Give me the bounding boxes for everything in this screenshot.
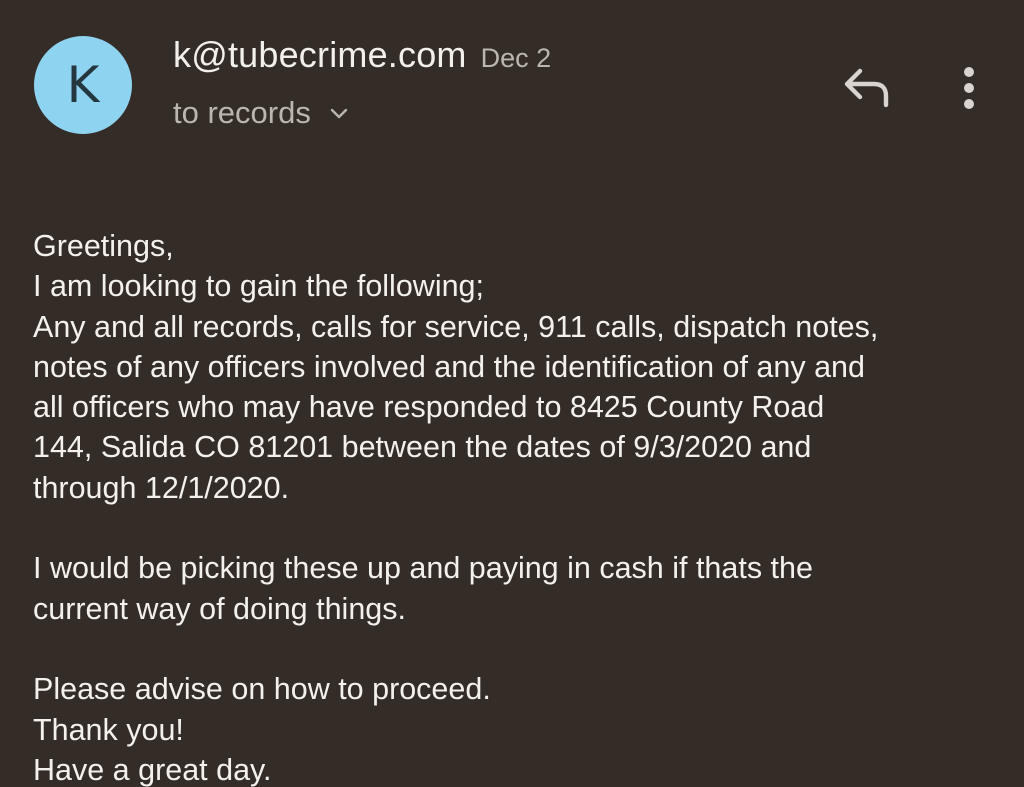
reply-icon bbox=[844, 68, 889, 108]
body-line: through 12/1/2020. bbox=[33, 470, 290, 505]
sender-row: k@tubecrime.com Dec 2 bbox=[173, 34, 551, 76]
closing-line: Have a great day. bbox=[33, 752, 272, 787]
body-line: Any and all records, calls for service, … bbox=[33, 309, 879, 344]
recipient-label: to records bbox=[173, 95, 311, 130]
closing-line: Please advise on how to proceed. bbox=[33, 672, 491, 707]
email-header: K k@tubecrime.com Dec 2 to records bbox=[0, 0, 1024, 160]
body-line: all officers who may have responded to 8… bbox=[33, 390, 825, 425]
more-options-button[interactable] bbox=[946, 60, 992, 116]
body-line: 144, Salida CO 81201 between the dates o… bbox=[33, 430, 812, 465]
greeting-line: Greetings, bbox=[33, 229, 174, 263]
sender-address[interactable]: k@tubecrime.com bbox=[173, 34, 467, 76]
chevron-down-icon bbox=[330, 108, 348, 119]
body-line: I am looking to gain the following; bbox=[33, 269, 484, 304]
message-date: Dec 2 bbox=[480, 43, 552, 73]
message-body: Greetings, I am looking to gain the foll… bbox=[33, 226, 1003, 787]
body-line: I would be picking these up and paying i… bbox=[33, 551, 813, 586]
body-line: current way of doing things. bbox=[33, 591, 406, 626]
avatar-letter: K bbox=[66, 56, 100, 114]
recipient-toggle[interactable]: to records bbox=[173, 95, 349, 131]
more-vert-icon bbox=[964, 67, 974, 109]
reply-button[interactable] bbox=[836, 62, 896, 112]
closing-line: Thank you! bbox=[33, 712, 184, 747]
avatar[interactable]: K bbox=[34, 36, 132, 134]
body-line: notes of any officers involved and the i… bbox=[33, 349, 865, 384]
